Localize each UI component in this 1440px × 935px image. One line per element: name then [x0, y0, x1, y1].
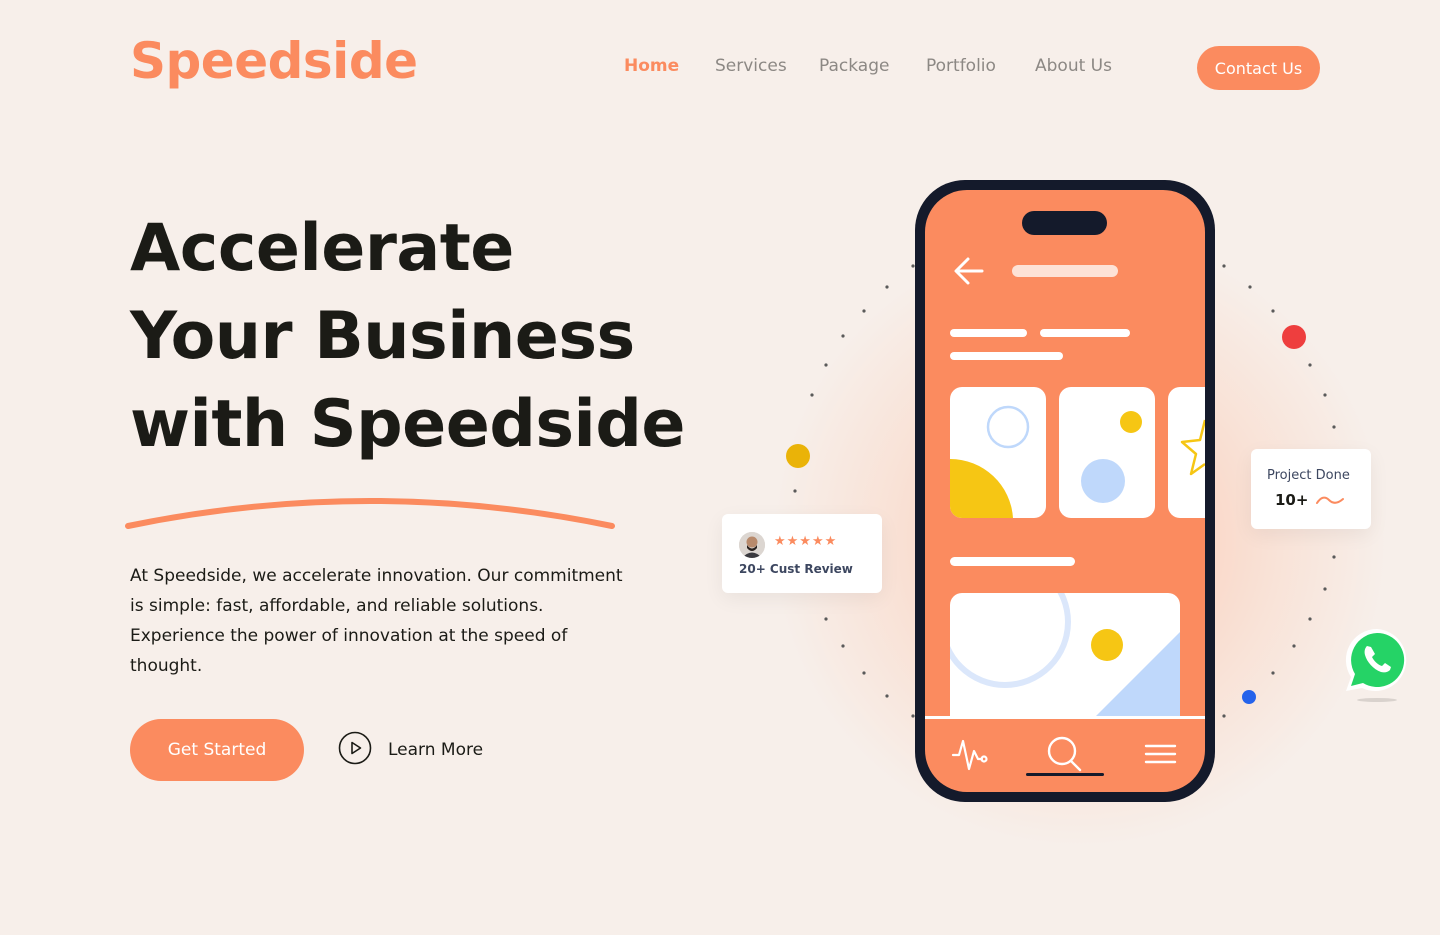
- nav-item-home[interactable]: Home: [624, 56, 679, 76]
- project-done-card: Project Done 10+: [1251, 449, 1371, 529]
- nav-item-package[interactable]: Package: [819, 56, 889, 76]
- reviewer-avatar: [739, 532, 765, 558]
- hero-title-line-3: with Speedside: [130, 387, 685, 462]
- project-done-label: Project Done: [1267, 468, 1350, 483]
- whatsapp-icon[interactable]: [1344, 627, 1410, 707]
- trend-wave-icon: [1316, 496, 1344, 504]
- get-started-button[interactable]: Get Started: [130, 719, 304, 781]
- hero-description: At Speedside, we accelerate innovation. …: [130, 566, 623, 676]
- yellow-dot: [786, 444, 810, 468]
- phone-notch: [1022, 211, 1107, 235]
- rating-stars: ★★★★★: [774, 534, 838, 549]
- nav-item-portfolio[interactable]: Portfolio: [926, 56, 996, 76]
- brand-logo[interactable]: Speedside: [130, 32, 418, 90]
- red-dot: [1282, 325, 1306, 349]
- hero-title-line-1: Accelerate: [130, 211, 514, 286]
- title-underline-swoosh: [125, 498, 615, 529]
- blue-dot: [1242, 690, 1256, 704]
- review-count-text: 20+ Cust Review: [739, 562, 853, 576]
- play-circle-icon: [338, 731, 372, 769]
- learn-more-link[interactable]: Learn More: [338, 731, 484, 769]
- nav-item-services[interactable]: Services: [715, 56, 787, 76]
- hero-title-line-2: Your Business: [130, 299, 635, 374]
- nav-item-about-us[interactable]: About Us: [1035, 56, 1112, 76]
- hero-title: Accelerate Your Business with Speedside: [130, 205, 730, 469]
- project-done-value: 10+: [1275, 491, 1309, 509]
- contact-us-button[interactable]: Contact Us: [1197, 46, 1320, 90]
- review-card: ★★★★★ 20+ Cust Review: [722, 514, 882, 593]
- learn-more-label: Learn More: [388, 740, 484, 760]
